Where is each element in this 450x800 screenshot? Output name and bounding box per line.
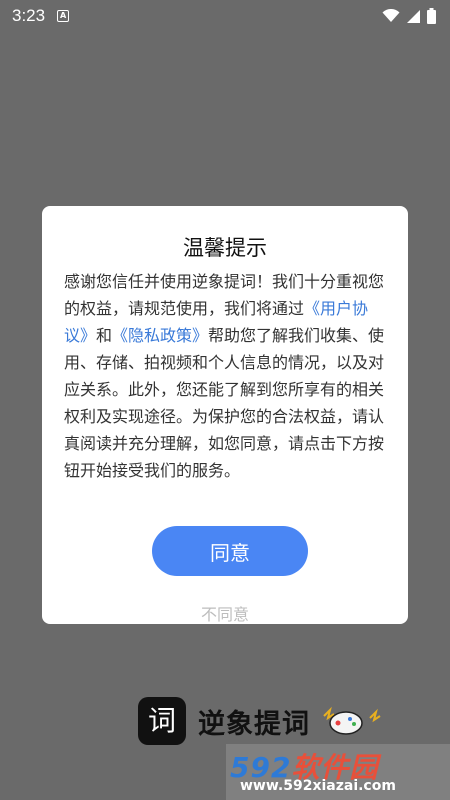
site-watermark: 592软件园 www.592xiazai.com [226,744,450,800]
status-left: 3:23 A [12,6,70,26]
battery-icon [427,8,436,24]
dialog-body: 感谢您信任并使用逆象提词！我们十分重视您的权益，请规范使用，我们将通过《用户协议… [64,268,388,484]
app-name: 逆象提词 [198,708,310,740]
signal-icon [407,9,420,23]
agree-button[interactable]: 同意 [152,526,308,576]
dialog-title: 温馨提示 [183,236,267,260]
app-logo-icon: 词 [138,697,186,745]
notification-a-icon: A [57,10,70,22]
status-right [382,8,436,24]
app-brand: 词 逆象提词 [138,696,310,746]
wifi-icon [382,9,400,22]
gamepad-icon [323,706,381,735]
disagree-button[interactable]: 不同意 [42,601,408,624]
status-bar: 3:23 A [0,0,450,32]
privacy-policy-link[interactable]: 《隐私政策》 [112,326,208,345]
watermark-url: www.592xiazai.com [240,778,396,794]
dialog-text-3: 帮助您了解我们收集、使用、存储、拍视频和个人信息的情况，以及对应关系。此外，您还… [64,326,385,480]
privacy-dialog: 温馨提示 感谢您信任并使用逆象提词！我们十分重视您的权益，请规范使用，我们将通过… [42,206,408,624]
dialog-text-2: 和 [96,326,113,345]
status-time: 3:23 [12,6,46,25]
